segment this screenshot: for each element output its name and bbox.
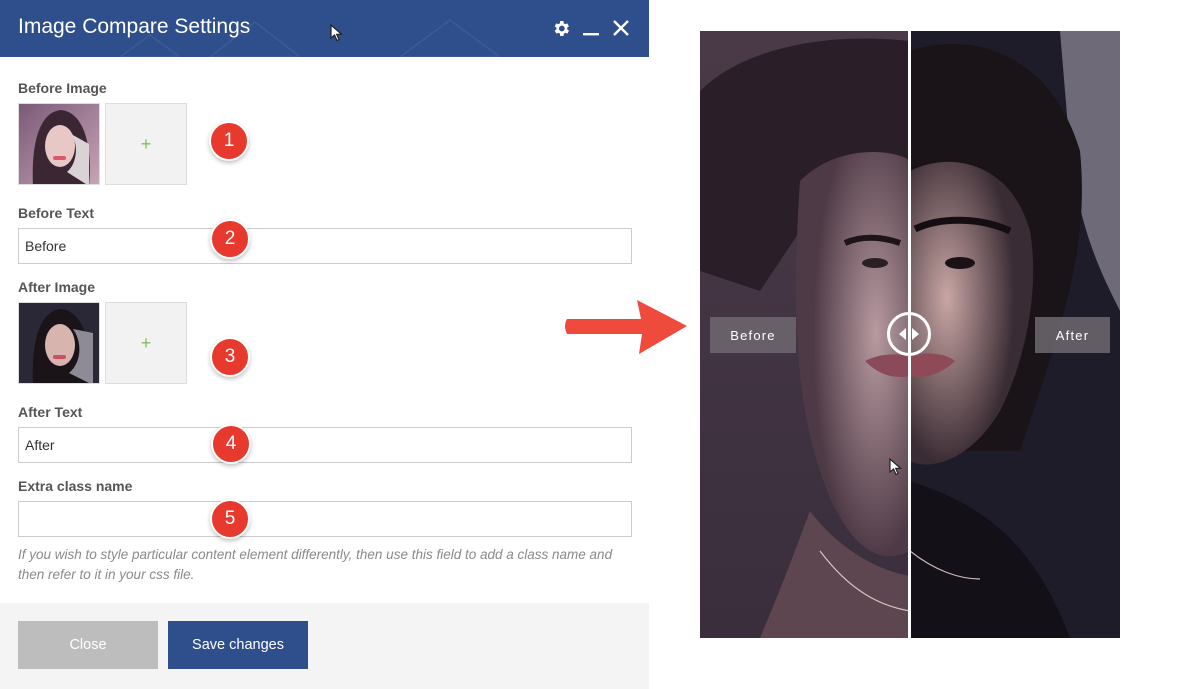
add-after-image-button[interactable]: +: [105, 302, 187, 384]
gear-icon[interactable]: [551, 16, 571, 40]
before-text-label: Before Text: [18, 205, 94, 221]
minimize-icon[interactable]: [581, 16, 601, 40]
compare-slider-handle[interactable]: [887, 312, 931, 356]
extra-class-help-text: If you wish to style particular content …: [18, 547, 613, 582]
after-label-tag: After: [1035, 317, 1110, 353]
after-text-label: After Text: [18, 404, 83, 420]
callout-badge-4: 4: [211, 424, 251, 464]
close-icon[interactable]: [611, 16, 631, 40]
callout-badge-3: 3: [210, 337, 250, 377]
before-label-tag: Before: [710, 317, 796, 353]
mouse-cursor-icon: [330, 24, 344, 42]
dialog-footer: Close Save changes: [0, 603, 649, 689]
mouse-cursor-icon: [889, 458, 903, 476]
after-image-label: After Image: [18, 279, 96, 295]
before-text-input[interactable]: [18, 228, 632, 264]
before-image-thumbnail[interactable]: [18, 103, 100, 185]
dialog-titlebar[interactable]: Image Compare Settings: [0, 0, 649, 57]
image-compare-preview[interactable]: Before After: [700, 31, 1120, 638]
left-right-arrows-icon: [899, 328, 919, 340]
arrow-right-icon: [565, 300, 687, 354]
settings-dialog: Image Compare Settings Before Image + 1 …: [0, 0, 649, 689]
add-before-image-button[interactable]: +: [105, 103, 187, 185]
extra-class-input[interactable]: [18, 501, 632, 537]
save-changes-button[interactable]: Save changes: [168, 621, 308, 669]
extra-class-label: Extra class name: [18, 478, 133, 494]
callout-badge-5: 5: [210, 499, 250, 539]
close-button[interactable]: Close: [18, 621, 158, 669]
callout-badge-2: 2: [210, 219, 250, 259]
callout-badge-1: 1: [209, 121, 249, 161]
after-text-input[interactable]: [18, 427, 632, 463]
before-image-label: Before Image: [18, 80, 107, 96]
dialog-title: Image Compare Settings: [18, 15, 251, 38]
after-image-thumbnail[interactable]: [18, 302, 100, 384]
